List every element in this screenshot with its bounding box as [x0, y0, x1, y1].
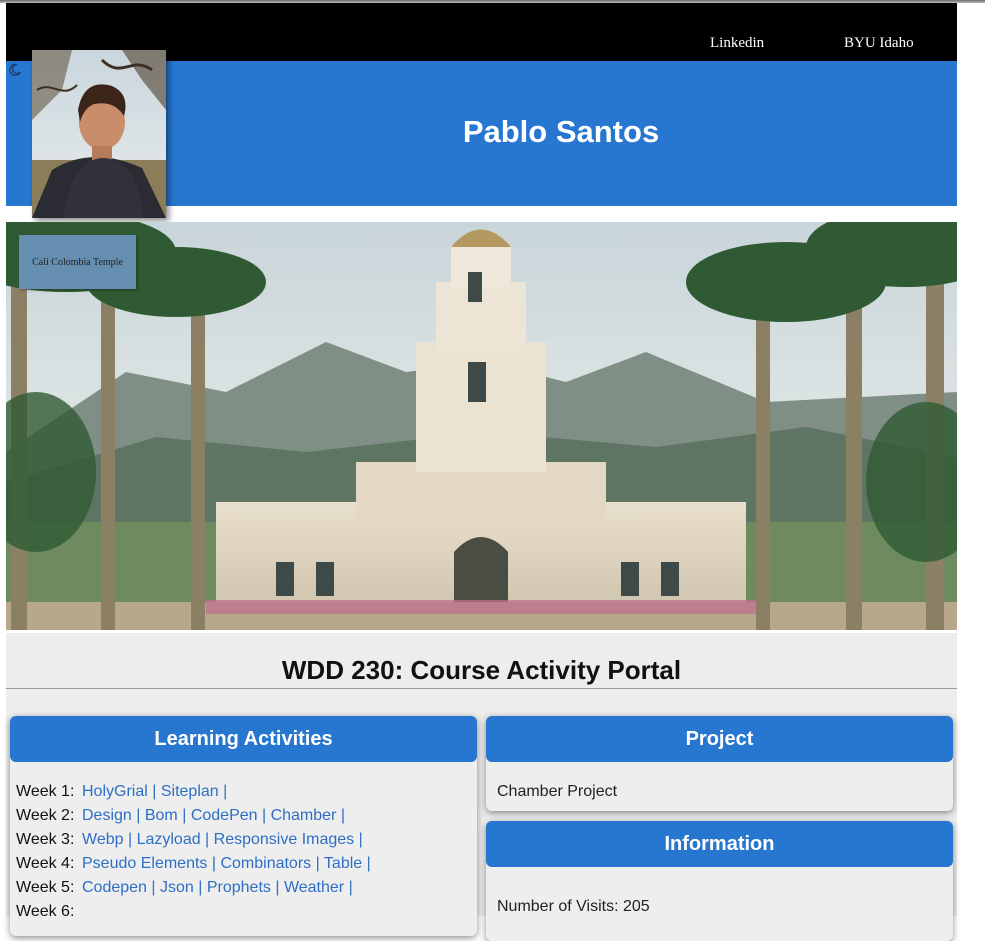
activity-link[interactable]: Lazyload: [137, 831, 201, 848]
link-separator: |: [146, 879, 160, 896]
week-row: Week 4: Pseudo Elements | Combinators | T…: [16, 855, 371, 873]
link-separator: |: [270, 879, 284, 896]
link-separator: |: [218, 783, 228, 800]
information-card: Information Number of Visits: 205: [486, 821, 953, 941]
nav-link-byu-idaho[interactable]: BYU Idaho: [844, 35, 914, 52]
link-separator: |: [311, 855, 324, 872]
week-row: Week 6:: [16, 903, 82, 921]
link-separator: |: [354, 831, 363, 848]
link-separator: |: [207, 855, 221, 872]
temple-hero-image: [6, 222, 957, 630]
activity-link[interactable]: Combinators: [220, 855, 311, 872]
activity-link[interactable]: Prophets: [207, 879, 271, 896]
main-content: WDD 230: Course Activity Portal Learning…: [6, 633, 957, 941]
link-separator: |: [123, 831, 137, 848]
page: Linkedin BYU Idaho Pablo Santos Cali Col…: [6, 3, 957, 941]
link-separator: |: [131, 807, 145, 824]
link-separator: |: [177, 807, 191, 824]
information-heading: Information: [486, 821, 953, 867]
activity-link[interactable]: Table: [324, 855, 362, 872]
activity-link[interactable]: Pseudo Elements: [82, 855, 207, 872]
project-item: Chamber Project: [497, 783, 618, 800]
learning-activities-card: Learning Activities Week 1: HolyGrial | S…: [10, 716, 477, 936]
page-title: WDD 230: Course Activity Portal: [281, 655, 682, 685]
activity-link[interactable]: Webp: [82, 831, 124, 848]
visit-counter: Number of Visits: 205: [497, 898, 650, 915]
activity-link[interactable]: Json: [160, 879, 194, 896]
week-label: Week 6:: [16, 903, 75, 920]
activity-link[interactable]: Codepen: [82, 879, 147, 896]
week-label: Week 4:: [16, 855, 75, 872]
site-owner-name: Pablo Santos: [462, 114, 660, 149]
link-separator: |: [257, 807, 271, 824]
activity-link[interactable]: CodePen: [191, 807, 258, 824]
title-divider: [6, 688, 957, 689]
hero-caption: Cali Colombia Temple: [19, 235, 136, 289]
activity-link[interactable]: Bom: [145, 807, 178, 824]
activity-link[interactable]: Chamber: [271, 807, 337, 824]
nav-link-linkedin[interactable]: Linkedin: [710, 35, 764, 52]
week-row: Week 5: Codepen | Json | Prophets | Weath…: [16, 879, 353, 897]
week-label: Week 1:: [16, 783, 75, 800]
activity-link[interactable]: Siteplan: [161, 783, 219, 800]
project-card: Project Chamber Project: [486, 716, 953, 811]
week-label: Week 2:: [16, 807, 75, 824]
link-separator: |: [200, 831, 214, 848]
project-heading: Project: [486, 716, 953, 762]
week-label: Week 5:: [16, 879, 75, 896]
activity-link[interactable]: Design: [82, 807, 132, 824]
week-row: Week 1: HolyGrial | Siteplan |: [16, 783, 227, 801]
dark-mode-moon-icon[interactable]: [8, 63, 22, 77]
link-separator: |: [193, 879, 207, 896]
activity-link[interactable]: Responsive Images: [214, 831, 355, 848]
week-row: Week 3: Webp | Lazyload | Responsive Imag…: [16, 831, 363, 849]
activity-link[interactable]: HolyGrial: [82, 783, 148, 800]
link-separator: |: [344, 879, 353, 896]
activity-link[interactable]: Weather: [284, 879, 344, 896]
week-row: Week 2: Design | Bom | CodePen | Chamber …: [16, 807, 345, 825]
week-label: Week 3:: [16, 831, 75, 848]
link-separator: |: [362, 855, 371, 872]
link-separator: |: [147, 783, 161, 800]
profile-photo: [32, 50, 166, 218]
link-separator: |: [336, 807, 345, 824]
learning-activities-heading: Learning Activities: [10, 716, 477, 762]
